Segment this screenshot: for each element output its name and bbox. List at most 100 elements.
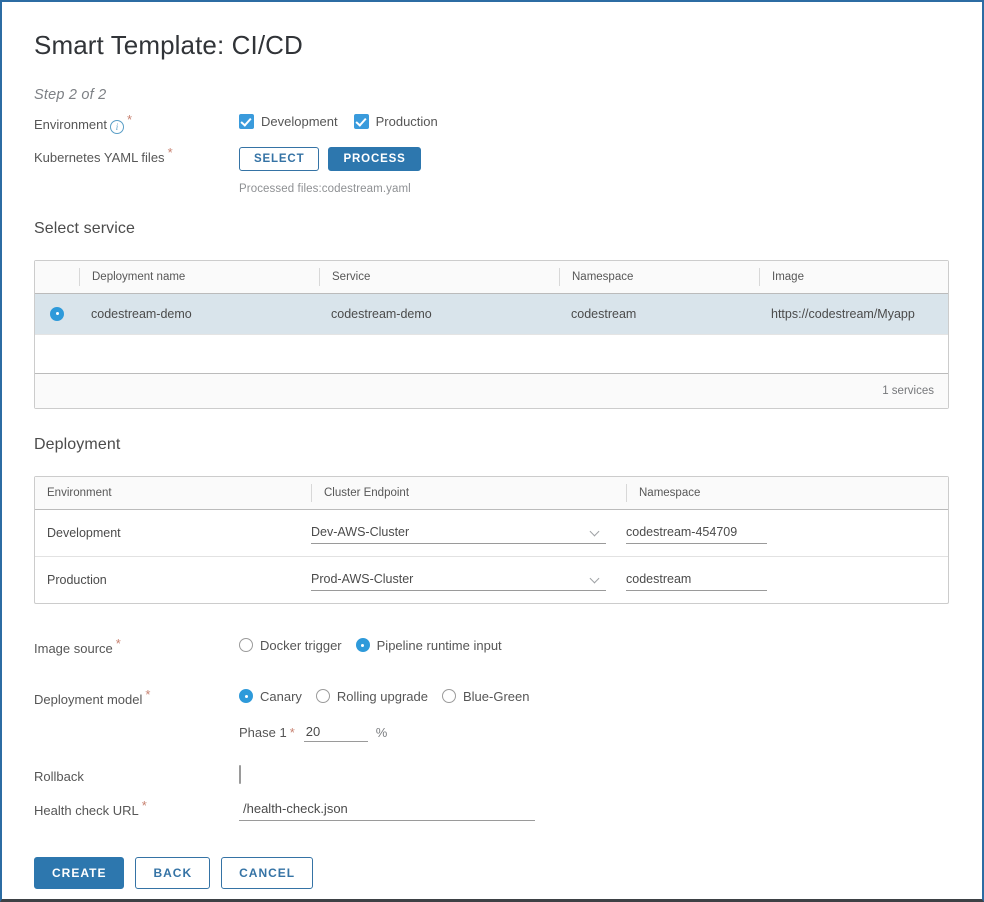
process-button[interactable]: PROCESS (328, 146, 421, 171)
services-cell-image: https://codestream/Myapp (771, 306, 915, 321)
checkbox-development-box[interactable] (239, 113, 254, 129)
deployment-model-label-text: Deployment model (34, 691, 143, 707)
create-button[interactable]: CREATE (34, 856, 125, 889)
deployment-row-development: Development Dev-AWS-Cluster codestream-4… (35, 510, 948, 557)
phase-percent-input[interactable] (303, 723, 368, 742)
namespace-input-development[interactable]: codestream-454709 (626, 522, 767, 544)
checkbox-production[interactable]: Production (353, 113, 438, 129)
health-check-url-input[interactable] (239, 800, 535, 821)
checkbox-production-label: Production (375, 113, 438, 129)
cluster-endpoint-select-development[interactable]: Dev-AWS-Cluster (311, 522, 606, 544)
deployment-cell-cluster-endpoint: Prod-AWS-Cluster (311, 569, 626, 591)
required-marker: * (115, 635, 121, 651)
image-source-label: Image source * (34, 635, 239, 658)
yaml-files-row: Kubernetes YAML files * SELECT PROCESS Pr… (34, 144, 950, 195)
checkbox-development[interactable]: Development (239, 113, 338, 129)
processed-files-note: Processed files:codestream.yaml (239, 182, 411, 195)
radio-docker-trigger[interactable]: Docker trigger (239, 638, 342, 653)
deployment-model-row: Deployment model * Canary Rolling upgrade… (34, 686, 950, 742)
radio-pipeline-runtime-input-label: Pipeline runtime input (376, 637, 502, 653)
deployment-heading: Deployment (34, 435, 121, 453)
environment-row: Environment i* Development Production (34, 113, 950, 134)
select-button[interactable]: SELECT (239, 146, 320, 171)
rollback-label: Rollback (34, 768, 84, 784)
health-check-row: Health check URL * (34, 797, 950, 821)
yaml-files-controls: SELECT PROCESS Processed files:codestrea… (239, 146, 950, 195)
environment-checkboxes: Development Production (239, 113, 950, 129)
services-col-deployment-name: Deployment name (79, 267, 319, 286)
deployment-model-options: Canary Rolling upgrade Blue-Green Phase … (239, 689, 950, 742)
row-select-radio[interactable] (50, 306, 64, 321)
required-marker: * (141, 797, 147, 813)
rollback-checkbox[interactable] (239, 764, 241, 784)
services-cell-deployment-name: codestream-demo (91, 306, 192, 321)
health-check-label-text: Health check URL (34, 802, 139, 818)
deployment-table: Environment Cluster Endpoint Namespace D… (34, 475, 949, 604)
radio-canary[interactable]: Canary (239, 689, 302, 704)
checkbox-development-label: Development (261, 113, 338, 129)
radio-blue-green-control[interactable] (442, 689, 456, 704)
rollback-control (239, 764, 950, 784)
chevron-down-icon (591, 575, 600, 584)
health-check-label: Health check URL * (34, 797, 239, 820)
health-check-control (239, 800, 950, 821)
image-source-row: Image source * Docker trigger Pipeline ru… (34, 635, 950, 658)
required-marker: * (167, 144, 173, 160)
cluster-endpoint-value-production: Prod-AWS-Cluster (311, 572, 414, 587)
deployment-cell-namespace: codestream (626, 569, 948, 591)
deployment-table-header: Environment Cluster Endpoint Namespace (35, 476, 948, 510)
image-source-options: Docker trigger Pipeline runtime input (239, 638, 950, 653)
phase-percent-unit: % (375, 725, 388, 741)
radio-pipeline-runtime-input[interactable]: Pipeline runtime input (355, 637, 502, 653)
radio-rolling-upgrade-label: Rolling upgrade (336, 688, 428, 704)
services-cell-namespace: codestream (571, 306, 637, 321)
chevron-down-icon (591, 528, 600, 537)
info-circle-icon[interactable]: i (109, 119, 124, 134)
back-button[interactable]: BACK (135, 856, 211, 889)
services-cell-service: codestream-demo (331, 306, 432, 321)
deployment-cell-namespace: codestream-454709 (626, 522, 948, 544)
required-marker: * (145, 686, 151, 702)
deployment-cell-environment: Development (47, 525, 121, 540)
environment-label: Environment i* (34, 113, 239, 134)
radio-rolling-upgrade-control[interactable] (315, 689, 330, 704)
deployment-row-production: Production Prod-AWS-Cluster codestream (35, 557, 948, 603)
radio-canary-control[interactable] (239, 689, 253, 704)
services-col-namespace: Namespace (559, 267, 759, 286)
table-row[interactable]: codestream-demo codestream-demo codestre… (35, 293, 948, 335)
services-table-footer: 1 services (35, 373, 948, 408)
services-col-image: Image (759, 267, 948, 286)
step-indicator: Step 2 of 2 (34, 86, 107, 103)
select-service-heading: Select service (34, 219, 135, 237)
cancel-button[interactable]: CANCEL (221, 856, 314, 889)
smart-template-dialog: Smart Template: CI/CD Step 2 of 2 Enviro… (0, 0, 984, 902)
radio-docker-trigger-control[interactable] (239, 638, 253, 653)
cluster-endpoint-value-development: Dev-AWS-Cluster (311, 525, 410, 540)
services-table: Deployment name Service Namespace Image … (34, 259, 949, 409)
deployment-col-environment: Environment (47, 486, 112, 499)
radio-rolling-upgrade[interactable]: Rolling upgrade (315, 688, 428, 704)
radio-docker-trigger-label: Docker trigger (260, 637, 342, 653)
yaml-files-label-text: Kubernetes YAML files (34, 149, 165, 165)
services-col-radio (35, 268, 79, 286)
deployment-cell-environment: Production (47, 572, 107, 587)
deployment-cell-cluster-endpoint: Dev-AWS-Cluster (311, 522, 626, 544)
image-source-label-text: Image source (34, 640, 113, 656)
yaml-files-label: Kubernetes YAML files * (34, 144, 239, 167)
rollback-row: Rollback (34, 764, 950, 786)
phase-label: Phase 1 (239, 725, 287, 741)
services-row-radio-cell[interactable] (35, 306, 79, 321)
radio-canary-label: Canary (260, 688, 302, 704)
page-title: Smart Template: CI/CD (34, 30, 303, 60)
cluster-endpoint-select-production[interactable]: Prod-AWS-Cluster (311, 569, 606, 591)
radio-blue-green-label: Blue-Green (463, 688, 530, 704)
services-table-empty-row (35, 335, 948, 374)
checkbox-production-box[interactable] (353, 113, 369, 129)
services-count-label: 1 services (882, 384, 934, 397)
radio-blue-green[interactable]: Blue-Green (442, 689, 529, 704)
deployment-col-cluster-endpoint: Cluster Endpoint (311, 483, 626, 502)
radio-pipeline-runtime-input-control[interactable] (355, 638, 370, 653)
environment-label-text: Environment (34, 116, 107, 132)
namespace-input-production[interactable]: codestream (626, 569, 767, 591)
services-col-service: Service (319, 267, 559, 286)
